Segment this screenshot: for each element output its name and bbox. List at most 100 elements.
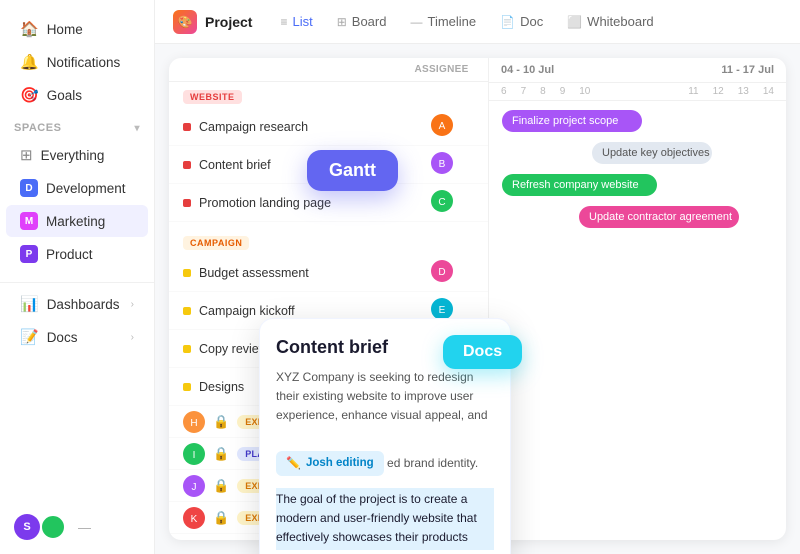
grid-icon: ⊞ (20, 146, 33, 164)
sidebar-everything-label: Everything (41, 148, 105, 163)
docs-highlight-text: The goal of the project is to create a m… (276, 488, 494, 550)
assignee-avatar: E (431, 298, 453, 320)
campaign-section-header: CAMPAIGN (169, 228, 488, 254)
timeline-tab-icon: — (410, 15, 422, 29)
svg-text:B: B (438, 159, 445, 170)
board-tab-icon: ⊞ (337, 15, 347, 29)
home-icon: 🏠 (20, 20, 39, 38)
task-bullet (183, 199, 191, 207)
tab-doc[interactable]: 📄 Doc (490, 8, 553, 35)
lock-icon: 🔒 (213, 414, 229, 430)
task-bullet (183, 345, 191, 353)
spaces-section-title: Spaces ▾ (0, 112, 154, 138)
sidebar-item-goals[interactable]: 🎯 Goals (6, 79, 148, 111)
assignee-avatar-container: B (409, 152, 474, 177)
task-name: Promotion landing page (199, 196, 401, 210)
dashboards-chevron-icon: › (131, 299, 134, 310)
editing-badge: ✏️ Josh editing (276, 451, 384, 476)
chevron-down-icon: ▾ (134, 123, 140, 134)
task-name: Budget assessment (199, 266, 401, 280)
task-name: Campaign research (199, 120, 401, 134)
sidebar-product-label: Product (46, 247, 93, 262)
task-bullet (183, 307, 191, 315)
list-tab-icon: ≡ (280, 15, 287, 29)
assignee-avatar: K (183, 507, 205, 529)
sidebar-item-docs[interactable]: 📝 Docs › (6, 321, 148, 353)
task-row[interactable]: Campaign research A (169, 108, 488, 146)
gantt-bar-finalize[interactable]: Finalize project scope (502, 110, 642, 132)
sidebar-goals-label: Goals (47, 88, 82, 103)
assignee-avatar: B (431, 152, 453, 174)
gantt-row-4: Update contractor agreement (497, 201, 778, 233)
sidebar-marketing-label: Marketing (46, 214, 105, 229)
gantt-bar-label: Update contractor agreement (589, 211, 732, 223)
task-name: Campaign kickoff (199, 304, 401, 318)
sidebar-development-label: Development (46, 181, 126, 196)
sidebar-item-notifications[interactable]: 🔔 Notifications (6, 46, 148, 78)
assignee-avatar: A (431, 114, 453, 136)
assignee-avatar: H (183, 411, 205, 433)
user-avatar-2[interactable] (40, 514, 66, 540)
goals-icon: 🎯 (20, 86, 39, 104)
assignee-avatar-container: D (409, 260, 474, 285)
dashboards-icon: 📊 (20, 295, 39, 313)
sidebar-docs-label: Docs (47, 330, 78, 345)
project-title: Project (205, 14, 252, 30)
gantt-date-left: 04 - 10 Jul (501, 64, 554, 76)
lock-icon: 🔒 (213, 446, 229, 462)
tab-timeline[interactable]: — Timeline (400, 8, 486, 35)
main-area: 🎨 Project ≡ List ⊞ Board — Timeline 📄 Do… (155, 0, 800, 554)
bell-icon: 🔔 (20, 53, 39, 71)
sidebar-item-everything[interactable]: ⊞ Everything (6, 139, 148, 171)
svg-text:I: I (193, 450, 196, 461)
tab-list[interactable]: ≡ List (270, 8, 322, 35)
product-space-dot: P (20, 245, 38, 263)
tab-whiteboard-label: Whiteboard (587, 14, 653, 29)
task-bullet (183, 269, 191, 277)
gantt-bar-update[interactable]: Update key objectives (592, 142, 712, 164)
svg-text:J: J (192, 482, 197, 493)
docs-tooltip-label: Docs (463, 343, 502, 360)
sidebar-item-development[interactable]: D Development (6, 172, 148, 204)
docs-body-text-1: XYZ Company is seeking to redesign their… (276, 370, 488, 422)
user-avatar[interactable]: S (14, 514, 40, 540)
tab-whiteboard[interactable]: ⬜ Whiteboard (557, 8, 663, 35)
website-section-header: WEBSITE (169, 82, 488, 108)
tab-board[interactable]: ⊞ Board (327, 8, 397, 35)
assignee-col-header: ASSIGNEE (409, 64, 474, 75)
svg-text:C: C (438, 197, 445, 208)
sidebar-item-marketing[interactable]: M Marketing (6, 205, 148, 237)
task-bullet (183, 161, 191, 169)
whiteboard-tab-icon: ⬜ (567, 15, 582, 29)
gantt-tooltip-label: Gantt (329, 160, 376, 180)
docs-tooltip: Docs (443, 335, 522, 369)
editing-user-label: Josh editing (306, 454, 374, 472)
assignee-avatar: I (183, 443, 205, 465)
user-menu-icon[interactable]: — (78, 520, 91, 535)
tab-list-label: List (292, 14, 312, 29)
task-row[interactable]: Budget assessment D (169, 254, 488, 292)
docs-icon: 📝 (20, 328, 39, 346)
top-nav: 🎨 Project ≡ List ⊞ Board — Timeline 📄 Do… (155, 0, 800, 44)
assignee-avatar: C (431, 190, 453, 212)
development-space-dot: D (20, 179, 38, 197)
sidebar-item-product[interactable]: P Product (6, 238, 148, 270)
gantt-bar-contractor[interactable]: Update contractor agreement (579, 206, 739, 228)
lock-icon: 🔒 (213, 510, 229, 526)
svg-text:K: K (191, 514, 198, 525)
gantt-bar-refresh[interactable]: Refresh company website (502, 174, 657, 196)
gantt-row-3: Refresh company website (497, 169, 778, 201)
gantt-bar-label: Finalize project scope (512, 115, 618, 127)
tab-timeline-label: Timeline (427, 14, 476, 29)
gantt-date-right: 11 - 17 Jul (721, 64, 774, 76)
task-bullet (183, 123, 191, 131)
sidebar-item-dashboards[interactable]: 📊 Dashboards › (6, 288, 148, 320)
sidebar-item-home[interactable]: 🏠 Home (6, 13, 148, 45)
website-tag: WEBSITE (183, 90, 242, 104)
edit-icon: ✏️ (286, 454, 301, 473)
svg-text:D: D (438, 267, 445, 278)
docs-panel-body: XYZ Company is seeking to redesign their… (276, 368, 494, 550)
svg-text:A: A (438, 121, 445, 132)
col-header: ASSIGNEE (169, 58, 488, 82)
tab-board-label: Board (352, 14, 387, 29)
